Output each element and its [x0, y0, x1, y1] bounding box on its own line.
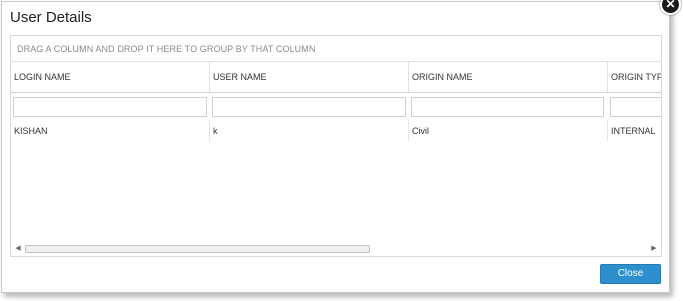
grid-header-row: LOGIN NAME USER NAME ORIGIN NAME ORIGIN … [11, 62, 661, 93]
horizontal-scrollbar[interactable]: ◀ ▶ [11, 242, 661, 256]
dialog-title: User Details [10, 9, 92, 26]
filter-login-name-input[interactable] [13, 97, 207, 117]
filter-user-name-input[interactable] [212, 97, 406, 117]
scrollbar-thumb[interactable] [25, 245, 370, 253]
scroll-right-arrow-icon[interactable]: ▶ [649, 242, 659, 256]
user-grid: DRAG A COLUMN AND DROP IT HERE TO GROUP … [10, 35, 662, 257]
column-header-origin-name[interactable]: ORIGIN NAME [409, 62, 608, 92]
filter-origin-type-input[interactable] [610, 97, 661, 117]
close-button[interactable]: Close [600, 264, 661, 284]
cell-user-name: k [210, 120, 409, 142]
close-icon[interactable]: ✕ [660, 0, 681, 15]
cell-origin-name: Civil [409, 120, 608, 142]
column-header-login-name[interactable]: LOGIN NAME [11, 62, 210, 92]
grid-filter-row [11, 93, 661, 119]
cell-origin-type: INTERNAL [611, 126, 656, 136]
column-header-origin-type[interactable]: ORIGIN TYP [608, 62, 661, 92]
table-row[interactable]: KISHAN k Civil INTERNAL [11, 120, 661, 142]
group-by-panel[interactable]: DRAG A COLUMN AND DROP IT HERE TO GROUP … [11, 36, 661, 62]
user-details-dialog: User Details DRAG A COLUMN AND DROP IT H… [1, 1, 670, 293]
scroll-left-arrow-icon[interactable]: ◀ [13, 242, 23, 256]
column-header-user-name[interactable]: USER NAME [210, 62, 409, 92]
filter-origin-name-input[interactable] [411, 97, 604, 117]
cell-login-name: KISHAN [11, 120, 210, 142]
